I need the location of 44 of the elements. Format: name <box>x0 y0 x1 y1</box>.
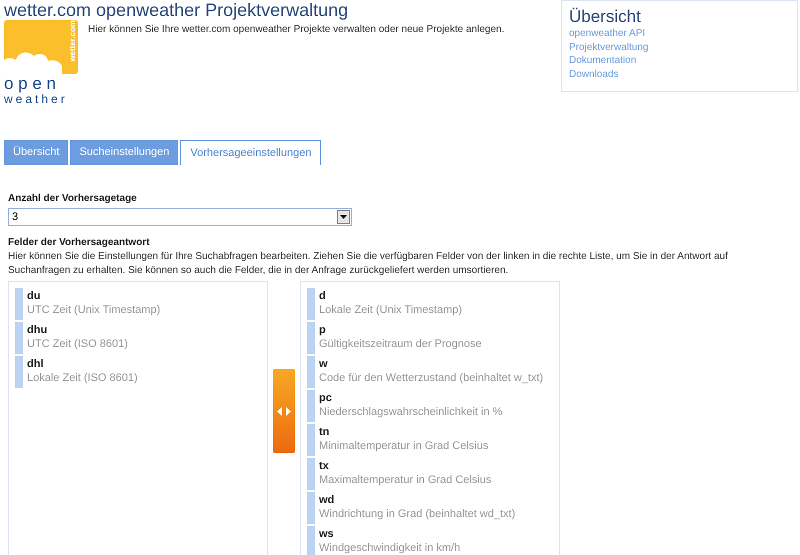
field-item[interactable]: dhl Lokale Zeit (ISO 8601) <box>15 356 261 390</box>
section-description: Hier können Sie die Einstellungen für Ihre Suchabfragen bearbeiten. Ziehen Sie die verfügbaren Felder von der linken in die rechte Liste, um Sie in der Antwort auf Suchanfragen zu erhalten. Sie können so auch die Felder, die in der Anfrage zurückgeliefert werden umsortieren. <box>8 250 729 278</box>
overview-title: Übersicht <box>569 7 642 27</box>
field-code: dhl <box>27 357 44 371</box>
field-code: ws <box>319 527 335 541</box>
field-label: Anzahl der Vorhersagetage <box>8 192 138 206</box>
field-description: Minimaltemperatur in Grad Celsius <box>319 439 488 453</box>
field-item[interactable]: d Lokale Zeit (Unix Timestamp) <box>307 288 553 322</box>
field-code: du <box>27 289 42 303</box>
tab[interactable]: Vorhersageeinstellungen <box>180 140 322 165</box>
field-code: w <box>319 357 329 371</box>
field-code: tn <box>319 425 330 439</box>
field-code: dhu <box>27 323 48 337</box>
field-code: wd <box>319 493 336 507</box>
field-description: Code für den Wetterzustand (beinhaltet w_txt) <box>319 371 544 385</box>
logo-subtext: weather <box>4 92 69 106</box>
field-item[interactable]: tn Minimaltemperatur in Grad Celsius <box>307 424 553 458</box>
page-title: wetter.com openweather Projektverwaltung <box>4 0 350 20</box>
field-item[interactable]: tx Maximaltemperatur in Grad Celsius <box>307 458 553 492</box>
field-description: Niederschlagswahrscheinlichkeit in % <box>319 405 502 419</box>
field-description: Lokale Zeit (Unix Timestamp) <box>319 303 462 317</box>
days-select[interactable]: 3 <box>8 208 352 226</box>
field-item[interactable]: du UTC Zeit (Unix Timestamp) <box>15 288 261 322</box>
field-description: Maximaltemperatur in Grad Celsius <box>319 473 492 487</box>
field-item[interactable]: wd Windrichtung in Grad (beinhaltet wd_txt) <box>307 492 553 526</box>
field-description: Lokale Zeit (ISO 8601) <box>27 371 138 385</box>
field-description: UTC Zeit (Unix Timestamp) <box>27 303 160 317</box>
field-item[interactable]: pc Niederschlagswahrscheinlichkeit in % <box>307 390 553 424</box>
logo-side-text: wetter.com <box>68 20 77 62</box>
field-description: UTC Zeit (ISO 8601) <box>27 337 128 351</box>
field-item[interactable]: dhu UTC Zeit (ISO 8601) <box>15 322 261 356</box>
field-code: d <box>319 289 327 303</box>
logo-text: o p e n <box>4 76 57 92</box>
field-description: Windgeschwindigkeit in km/h <box>319 541 460 555</box>
field-code: pc <box>319 391 333 405</box>
field-item[interactable]: ws Windgeschwindigkeit in km/h <box>307 526 553 555</box>
field-description: Gültigkeitszeitraum der Prognose <box>319 337 482 351</box>
intro-text: Hier können Sie Ihre wetter.com openweather Projekte verwalten oder neue Projekte anlegen. <box>88 23 504 37</box>
field-description: Windrichtung in Grad (beinhaltet wd_txt) <box>319 507 516 521</box>
field-code: p <box>319 323 327 337</box>
field-item[interactable]: p Gültigkeitszeitraum der Prognose <box>307 322 553 356</box>
field-code: tx <box>319 459 330 473</box>
field-item[interactable]: w Code für den Wetterzustand (beinhaltet w_txt) <box>307 356 553 390</box>
section-title: Felder der Vorhersageantwort <box>8 236 151 250</box>
